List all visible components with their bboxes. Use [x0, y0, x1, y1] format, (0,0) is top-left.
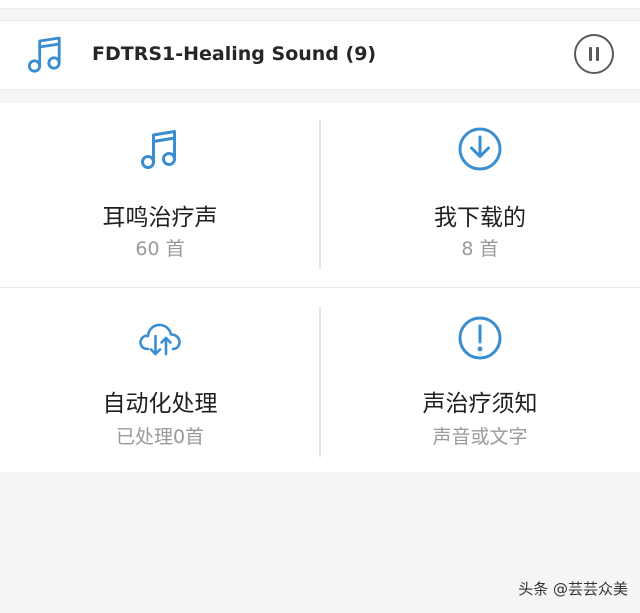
watermark: 头条 @芸芸众美	[518, 580, 628, 598]
exclamation-circle-icon	[458, 316, 502, 360]
tile-sound-therapy-notes[interactable]: 声治疗须知 声音或文字	[320, 288, 640, 472]
tile-count: 60 首	[135, 238, 185, 260]
tile-my-downloads[interactable]: 我下载的 8 首	[320, 103, 640, 287]
tile-label: 声治疗须知	[422, 391, 538, 417]
pause-icon	[589, 47, 592, 61]
now-playing-bar[interactable]: FDTRS1-Healing Sound (9)	[0, 20, 640, 90]
tile-label: 我下载的	[434, 205, 526, 231]
download-circle-icon	[458, 127, 502, 171]
tile-auto-processing[interactable]: 自动化处理 已处理0首	[0, 288, 320, 472]
pause-button[interactable]	[574, 34, 614, 74]
tile-tinnitus-sounds[interactable]: 耳鸣治疗声 60 首	[0, 103, 320, 287]
music-note-icon	[27, 36, 61, 73]
tile-count: 已处理0首	[115, 426, 205, 448]
category-grid: 耳鸣治疗声 60 首 我下载的 8 首 自动化处理 已处理0首 声治疗须知 声音…	[0, 103, 640, 472]
tile-label: 自动化处理	[102, 391, 218, 417]
tile-count: 8 首	[461, 238, 499, 260]
top-strip	[0, 0, 640, 9]
tile-label: 耳鸣治疗声	[102, 205, 218, 231]
now-playing-title[interactable]: FDTRS1-Healing Sound (9)	[92, 43, 376, 65]
cloud-sync-icon	[139, 323, 181, 356]
music-note-icon	[141, 130, 176, 169]
tile-subtitle: 声音或文字	[432, 426, 528, 448]
